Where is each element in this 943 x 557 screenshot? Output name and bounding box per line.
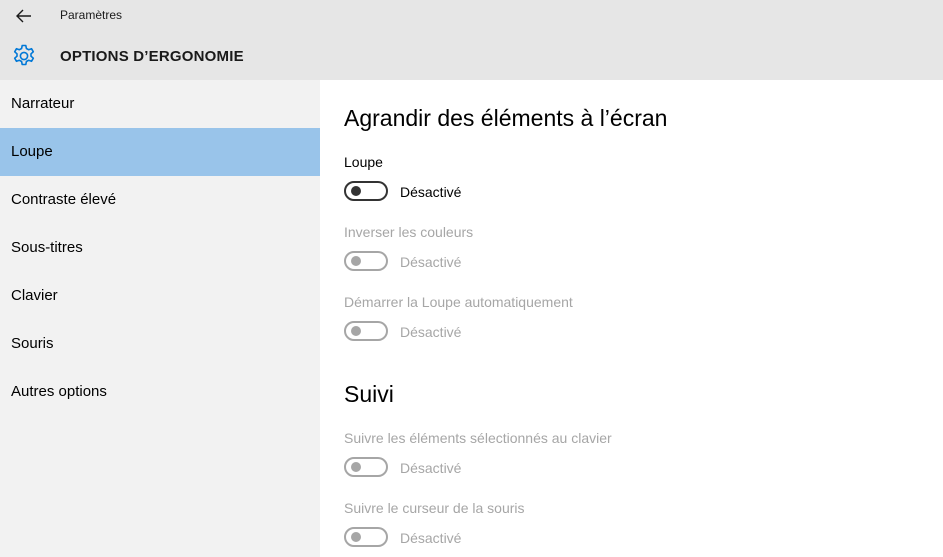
page-header: OPTIONS D’ERGONOMIE <box>0 32 943 80</box>
toggle-knob <box>351 326 361 336</box>
loupe-toggle-state: Désactivé <box>400 184 462 200</box>
sidebar-item-contraste-eleve[interactable]: Contraste élevé <box>0 176 320 224</box>
suivre-souris-toggle-state: Désactivé <box>400 530 462 546</box>
setting-label-demarrer-loupe: Démarrer la Loupe automatiquement <box>344 294 573 310</box>
section-title-agrandir: Agrandir des éléments à l’écran <box>344 105 668 131</box>
demarrer-loupe-toggle[interactable] <box>344 321 388 341</box>
page-title: OPTIONS D’ERGONOMIE <box>60 48 244 65</box>
suivre-clavier-toggle-state: Désactivé <box>400 460 462 476</box>
sidebar-item-clavier[interactable]: Clavier <box>0 272 320 320</box>
gear-icon <box>13 44 35 66</box>
sidebar-item-narrateur[interactable]: Narrateur <box>0 80 320 128</box>
sidebar-item-loupe[interactable]: Loupe <box>0 128 320 176</box>
setting-label-suivre-souris: Suivre le curseur de la souris <box>344 500 525 516</box>
inverser-couleurs-toggle[interactable] <box>344 251 388 271</box>
section-title-suivi: Suivi <box>344 381 394 407</box>
main-content: Agrandir des éléments à l’écran Loupe Dé… <box>320 80 943 557</box>
sidebar-item-sous-titres[interactable]: Sous-titres <box>0 224 320 272</box>
loupe-toggle[interactable] <box>344 181 388 201</box>
demarrer-loupe-toggle-state: Désactivé <box>400 324 462 340</box>
toggle-knob <box>351 462 361 472</box>
settings-window: Paramètres OPTIONS D’ERGONOMIE Narrateur… <box>0 0 943 557</box>
back-button[interactable] <box>8 2 40 30</box>
setting-label-inverser-couleurs: Inverser les couleurs <box>344 224 474 240</box>
window-title: Paramètres <box>60 8 123 22</box>
suivre-souris-toggle[interactable] <box>344 527 388 547</box>
sidebar-item-autres-options[interactable]: Autres options <box>0 368 320 416</box>
sidebar: Narrateur Loupe Contraste élevé Sous-tit… <box>0 80 320 557</box>
sidebar-item-souris[interactable]: Souris <box>0 320 320 368</box>
setting-label-loupe: Loupe <box>344 154 383 170</box>
title-bar: Paramètres <box>0 0 943 32</box>
toggle-knob <box>351 186 361 196</box>
arrow-left-icon <box>16 9 31 23</box>
setting-label-suivre-clavier: Suivre les éléments sélectionnés au clav… <box>344 430 612 446</box>
inverser-couleurs-toggle-state: Désactivé <box>400 254 462 270</box>
toggle-knob <box>351 256 361 266</box>
toggle-knob <box>351 532 361 542</box>
suivre-clavier-toggle[interactable] <box>344 457 388 477</box>
